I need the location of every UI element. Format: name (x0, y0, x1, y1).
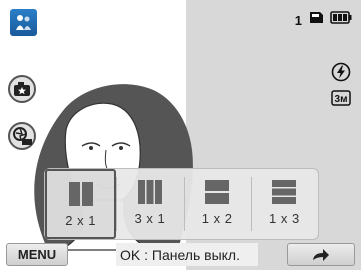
battery-icon (330, 11, 352, 29)
memory-card-icon (308, 11, 324, 29)
flash-auto-icon[interactable] (331, 62, 351, 87)
layout-option-2x1[interactable]: 2 x 1 (45, 169, 117, 239)
layout-option-1x2[interactable]: 1 x 2 (183, 169, 251, 239)
layout-option-1x3[interactable]: 1 x 3 (250, 169, 318, 239)
back-arrow-icon (313, 248, 329, 261)
status-bar: 1 (295, 11, 352, 29)
shot-count: 1 (294, 12, 302, 28)
layout-option-3x1[interactable]: 3 x 1 (116, 169, 183, 239)
layout-panel: 2 x 1 3 x 1 1 x 2 1 x 3 (44, 168, 319, 240)
layout-3x1-icon (137, 180, 162, 204)
camera-star-icon[interactable] (8, 75, 36, 103)
portrait-mode-icon[interactable] (9, 8, 38, 37)
layout-label: 2 x 1 (65, 213, 96, 228)
layout-1x3-icon (272, 180, 297, 204)
layout-1x2-icon (205, 180, 230, 204)
menu-button[interactable]: MENU (6, 243, 68, 266)
ok-hint: OK : Панель выкл. (116, 243, 258, 266)
layout-2x1-icon (68, 182, 93, 206)
svg-text:3м: 3м (335, 94, 348, 105)
layout-label: 1 x 2 (201, 211, 233, 226)
camera-screen: 1 3м 2 x 1 3 x 1 1 x 2 1 x 3 MENU OK: П… (0, 0, 361, 270)
image-size-3m-icon[interactable]: 3м (331, 90, 351, 111)
layout-label: 1 x 3 (269, 211, 300, 226)
back-button[interactable] (287, 243, 355, 266)
shutter-off-icon[interactable] (8, 122, 36, 150)
layout-label: 3 x 1 (134, 211, 166, 226)
